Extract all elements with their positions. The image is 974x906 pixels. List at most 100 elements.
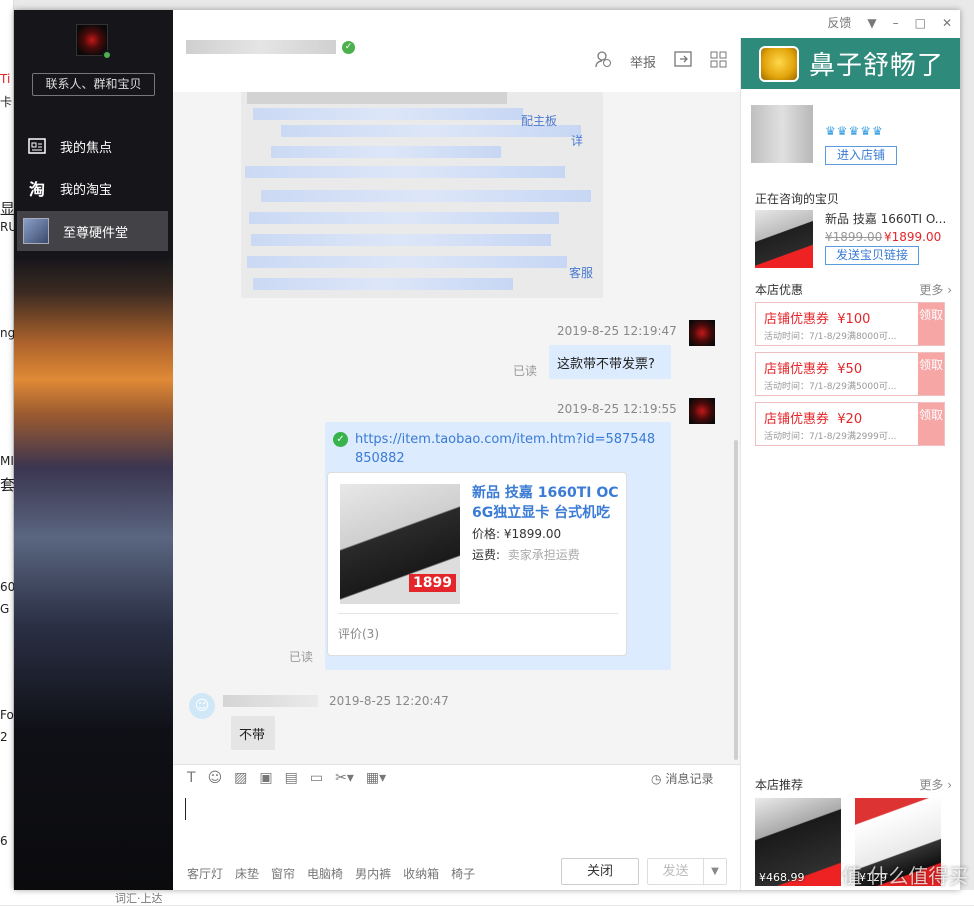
divider [338, 613, 618, 614]
contact-search-input[interactable]: 联系人、群和宝贝 [32, 73, 155, 96]
coupons-more-link[interactable]: 更多 › [919, 281, 952, 298]
message-bubble: 这款带不带发票? [549, 345, 671, 379]
close-button[interactable]: 关闭 [561, 858, 639, 885]
recommended-product[interactable]: ¥468.99 [755, 798, 841, 886]
close-icon[interactable]: ✕ [942, 16, 952, 30]
more-tools-icon[interactable]: ▦▾ [366, 770, 386, 786]
coupon: 店铺优惠券 ¥20 活动时间：7/1-8/29满2999可... 领取 [755, 402, 945, 446]
chevron-right-icon: › [947, 283, 952, 297]
item-link[interactable]: ✓ https://item.taobao.com/item.htm?id=58… [333, 430, 663, 468]
send-button[interactable]: 发送 ▼ [647, 858, 727, 885]
consulting-heading: 正在咨询的宝贝 [755, 192, 840, 206]
chat-scrollbar[interactable] [734, 440, 738, 760]
maximize-icon[interactable]: □ [915, 16, 926, 30]
recommend-heading: 本店推荐 [755, 778, 804, 792]
sidebar-item-shop[interactable]: 至尊硬件堂 [17, 211, 168, 251]
recommend-more-link[interactable]: 更多 › [919, 776, 952, 793]
blurred-fragment: 客服 [569, 266, 594, 280]
screenshot-icon[interactable]: ✂▾ [335, 770, 354, 786]
dropdown-icon[interactable]: ▼ [867, 16, 876, 30]
current-price: ¥1899.00 [884, 230, 942, 244]
chevron-down-icon[interactable]: ▼ [704, 859, 726, 884]
message-time: 2019-8-25 12:19:55 [557, 402, 677, 416]
minimize-icon[interactable]: – [893, 16, 899, 30]
quick-phrase[interactable]: 收纳箱 [403, 865, 439, 882]
original-price: ¥1899.00 [825, 230, 883, 244]
quick-phrase[interactable]: 客厅灯 [187, 865, 223, 882]
sidebar: 联系人、群和宝贝 我的焦点 淘 我的淘宝 至尊硬件堂 [14, 10, 173, 890]
quick-phrase[interactable]: 窗帘 [271, 865, 295, 882]
image-icon[interactable]: ▨ [234, 770, 247, 786]
chat-window: 联系人、群和宝贝 我的焦点 淘 我的淘宝 至尊硬件堂 反馈 ▼ – □ ✕ ✓ [14, 10, 960, 890]
read-status: 已读 [513, 364, 538, 378]
blurred-message: 配主板 详 客服 [241, 92, 603, 298]
peer-avatar[interactable]: ☺ [189, 693, 215, 719]
coupon-amount: 店铺优惠券 ¥20 [764, 412, 863, 427]
product-card[interactable]: 1899 新品 技嘉 1660TI OC 6G独立显卡 台式机吃 价格: ¥18… [327, 472, 627, 656]
quick-reply-icon[interactable]: ▭ [310, 770, 323, 786]
add-contact-icon[interactable] [594, 50, 612, 72]
product-image[interactable]: 1899 [340, 484, 460, 604]
shop-logo[interactable] [751, 105, 813, 163]
report-button[interactable]: 举报 [630, 52, 656, 71]
enter-shop-button[interactable]: 进入店铺 [825, 146, 897, 165]
chevron-right-icon: › [947, 778, 952, 792]
bg-fragment: 套 [0, 476, 16, 494]
coupon-desc: 活动时间：7/1-8/29满8000可... [764, 332, 897, 342]
quick-phrase[interactable]: 床垫 [235, 865, 259, 882]
claim-coupon-button[interactable]: 领取 [918, 303, 944, 345]
message-time: 2019-8-25 12:19:47 [557, 324, 677, 338]
chat-title: ✓ [186, 40, 355, 54]
taobao-icon: 淘 [28, 180, 45, 199]
message-time: 2019-8-25 12:20:47 [329, 694, 449, 708]
emoji-icon[interactable]: ☺ [208, 770, 223, 786]
quick-phrases: 客厅灯 床垫 窗帘 电脑椅 男内裤 收纳箱 椅子 [187, 865, 487, 882]
quick-phrase[interactable]: 男内裤 [355, 865, 391, 882]
coupons-heading: 本店优惠 [755, 283, 804, 297]
header-toolbar: 举报 [594, 50, 745, 72]
folder-icon[interactable]: ▣ [259, 770, 272, 786]
quick-phrase[interactable]: 电脑椅 [307, 865, 343, 882]
watermark: 值 什么值得买 [842, 864, 969, 888]
product-title[interactable]: 新品 技嘉 1660TI OC 6G独立显卡 台式机吃 [472, 483, 622, 523]
bg-fragment: G [0, 602, 10, 616]
product-shipping: 运费: 卖家承担运费 [472, 548, 580, 562]
message-text: 不带 [239, 728, 266, 743]
send-product-link-button[interactable]: 发送宝贝链接 [825, 246, 919, 265]
message-list[interactable]: 配主板 详 客服 2019-8-25 12:19:47 已读 这款带不带发票? … [173, 92, 740, 764]
my-avatar-small [689, 398, 715, 424]
message-bubble: ✓ https://item.taobao.com/item.htm?id=58… [325, 422, 671, 670]
safe-link-icon: ✓ [333, 432, 348, 447]
send-label[interactable]: 发送 [648, 859, 704, 884]
consulting-product-image[interactable] [755, 210, 813, 268]
bg-fragment: 6 [0, 834, 8, 848]
share-icon[interactable] [674, 51, 692, 71]
coupon: 店铺优惠券 ¥100 活动时间：7/1-8/29满8000可... 领取 [755, 302, 945, 346]
consulting-product-title[interactable]: 新品 技嘉 1660TI O... [825, 210, 955, 227]
my-avatar-small [689, 320, 715, 346]
message-input[interactable] [183, 793, 728, 855]
font-icon[interactable]: T [187, 770, 196, 786]
quick-phrase[interactable]: 椅子 [451, 865, 475, 882]
ad-banner[interactable]: 鼻子舒畅了 [741, 38, 960, 89]
sidebar-item-taobao[interactable]: 淘 我的淘宝 [14, 168, 173, 208]
bg-fragment: Ti [0, 72, 11, 86]
clock-icon: ◷ [651, 771, 662, 786]
message-history-button[interactable]: ◷ 消息记录 [651, 770, 714, 787]
product-reviews[interactable]: 评价(3) [338, 625, 379, 642]
coupon-desc: 活动时间：7/1-8/29满2999可... [764, 432, 897, 442]
background-window: Ti 卡 显 RU ng MI 套 60 G Fo 2 6 [0, 0, 17, 905]
blurred-fragment: 配主板 [521, 114, 558, 128]
feedback-link[interactable]: 反馈 [827, 14, 851, 31]
claim-coupon-button[interactable]: 领取 [918, 353, 944, 395]
recommended-price: ¥468.99 [759, 871, 805, 884]
peer-name-blurred [223, 695, 318, 707]
message-text: 这款带不带发票? [557, 357, 655, 372]
image-price-tag: 1899 [409, 574, 456, 592]
bg-bottom-text: 词汇·上达 [115, 892, 163, 905]
sidebar-item-focus[interactable]: 我的焦点 [14, 126, 173, 166]
apps-grid-icon[interactable] [710, 51, 727, 72]
claim-coupon-button[interactable]: 领取 [918, 403, 944, 445]
bg-fragment: Fo [0, 708, 14, 722]
chart-icon[interactable]: ▤ [285, 770, 298, 786]
